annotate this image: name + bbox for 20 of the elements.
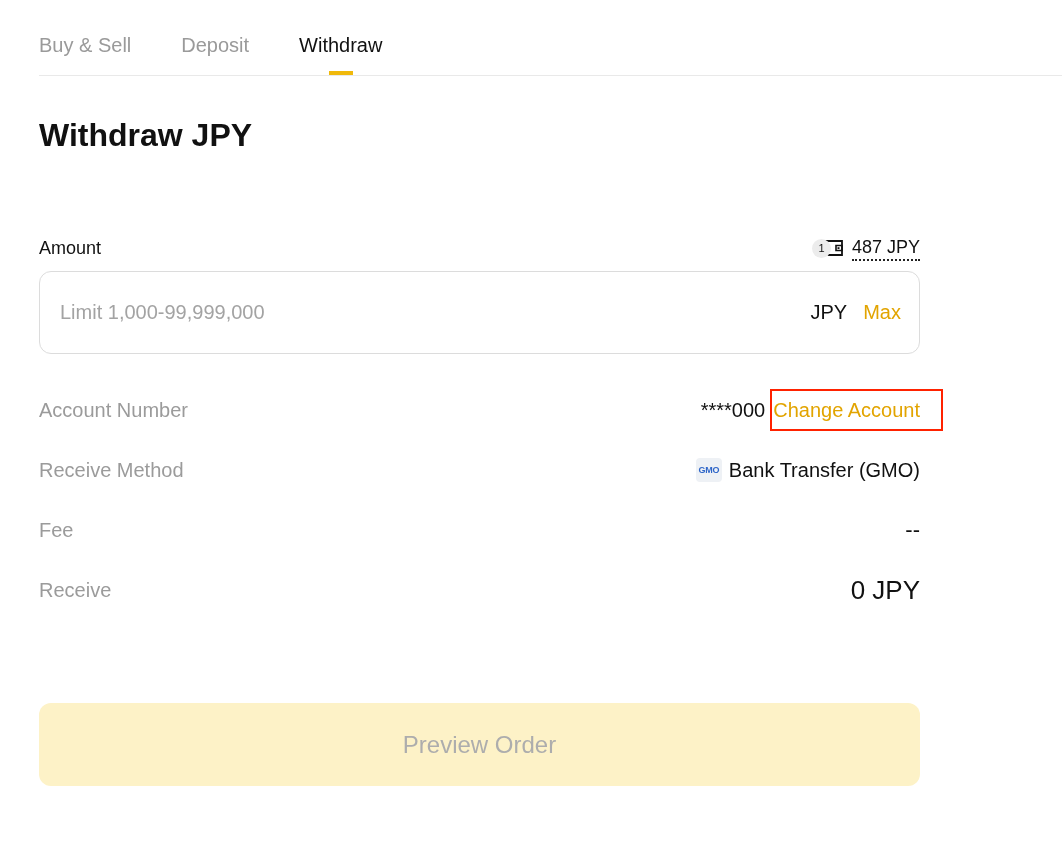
tab[interactable]: Buy & Sell: [39, 0, 132, 75]
detail-label: Receive: [39, 578, 112, 602]
available-balance[interactable]: 487 JPY: [851, 235, 920, 261]
detail-label: Fee: [39, 518, 74, 542]
account-number: ****000: [700, 398, 766, 422]
receive-method: Bank Transfer (GMO): [728, 458, 920, 482]
tab[interactable]: Withdraw: [299, 0, 383, 75]
bank-logo: GMO: [695, 458, 722, 482]
change-account-link[interactable]: Change Account: [770, 389, 943, 431]
receive-amount: 0 JPY: [850, 574, 920, 606]
tab[interactable]: Deposit: [181, 0, 250, 75]
currency-label: JPY: [810, 301, 848, 324]
page-title: Withdraw JPY: [39, 116, 253, 155]
fee-value: --: [905, 517, 920, 543]
amount-label: Amount: [39, 237, 102, 260]
detail-label: Receive Method: [39, 458, 184, 482]
count-badge: 1: [811, 238, 831, 258]
detail-label: Account Number: [39, 398, 188, 422]
amount-input-field[interactable]: Limit 1,000-99,999,000 JPY Max: [39, 271, 920, 354]
max-button[interactable]: Max: [863, 301, 901, 324]
